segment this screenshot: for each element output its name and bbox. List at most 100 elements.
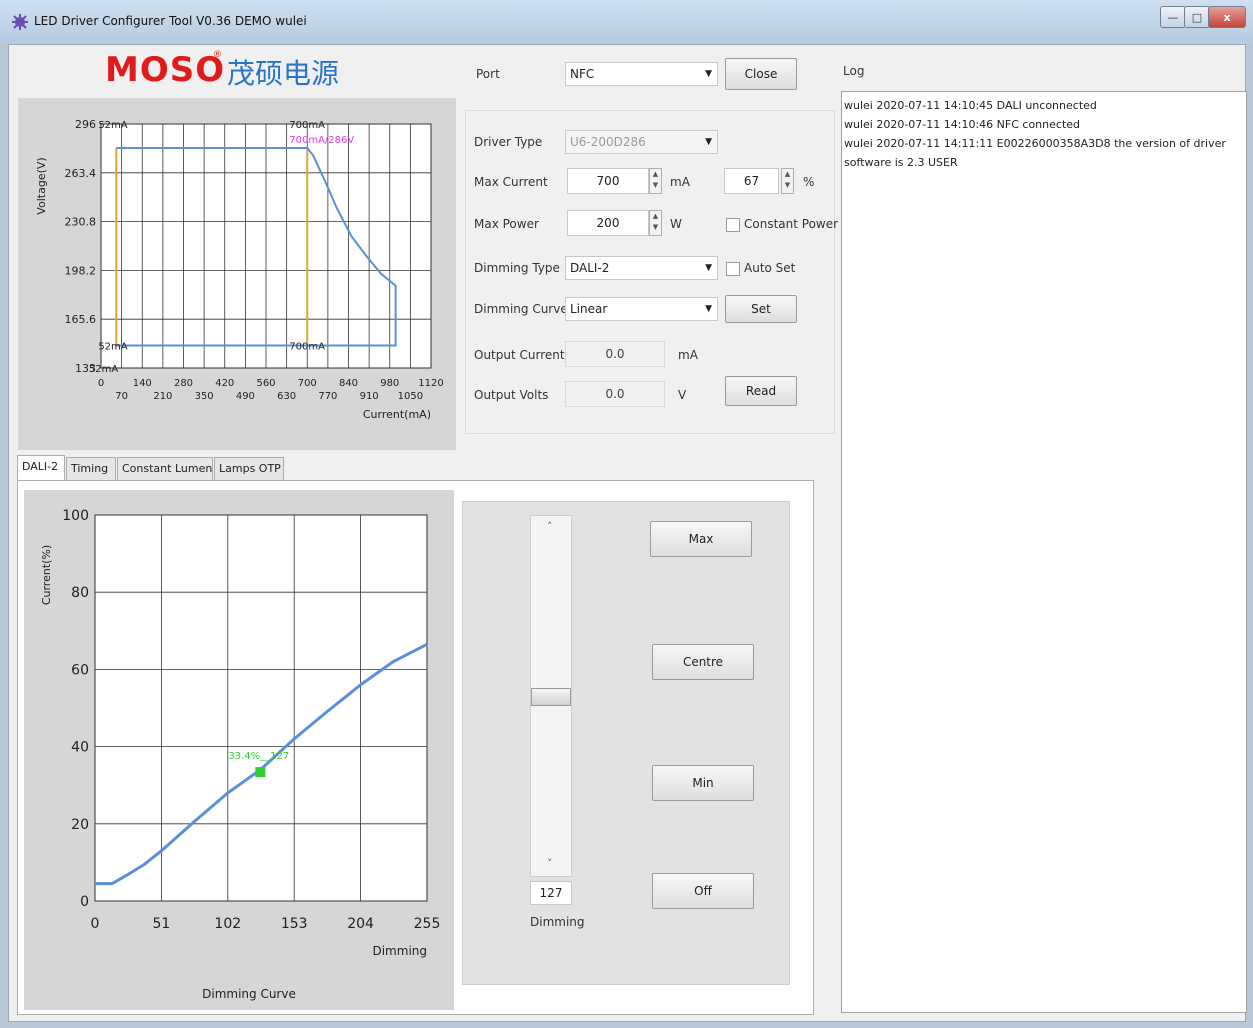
maximize-button[interactable]: □ <box>1184 6 1210 28</box>
dim-marker-point <box>255 767 266 778</box>
driver-type-value: U6-200D286 <box>570 135 646 149</box>
vi-x-tick-label: 700 <box>298 378 317 389</box>
minimize-button[interactable]: — <box>1160 6 1186 28</box>
vi-y-tick-label: 296 <box>75 118 96 131</box>
dim-y-tick-label: 100 <box>62 508 89 524</box>
vi-chart: 0 140 280 420 560 700 840 980 1120 70 210 350 490 630… <box>35 118 444 421</box>
max-power-stepper[interactable]: ▲ ▼ <box>649 210 662 236</box>
dim-x-tick-label: 0 <box>91 916 100 932</box>
set-button[interactable]: Set <box>725 295 797 323</box>
vi-x-tick-label: 420 <box>215 378 234 389</box>
vi-annotation: 52mA <box>89 364 118 375</box>
tab-lamps-otp[interactable]: Lamps OTP <box>214 457 284 481</box>
max-current-label: Max Current <box>474 175 548 189</box>
driver-type-label: Driver Type <box>474 135 543 149</box>
tab-timing[interactable]: Timing <box>66 457 116 481</box>
dim-off-button[interactable]: Off <box>652 873 754 909</box>
tab-constant-lumen[interactable]: Constant Lumen <box>117 457 213 481</box>
dimming-slider-label: Dimming <box>530 915 585 929</box>
vi-y-tick-label: 165.6 <box>65 313 97 326</box>
max-current-input[interactable]: 700 <box>567 168 649 194</box>
dim-x-tick-label: 51 <box>152 916 170 932</box>
dim-x-tick-label: 255 <box>414 916 441 932</box>
dim-marker-label: 33.4%__127 <box>228 751 289 762</box>
dimming-type-select[interactable]: DALI-2 ▼ <box>565 256 718 280</box>
dim-min-button[interactable]: Min <box>652 765 754 801</box>
vi-annotation: 700mA <box>289 342 325 353</box>
vi-annotation: 700mA/286V <box>289 135 354 146</box>
dim-x-tick-label: 102 <box>214 916 241 932</box>
vi-x-tick-label: 140 <box>133 378 152 389</box>
dim-plot-area <box>94 514 428 902</box>
vi-x-tick-label: 0 <box>98 378 104 389</box>
dim-x-tick-label: 204 <box>347 916 374 932</box>
auto-set-label: Auto Set <box>744 261 796 275</box>
output-current-unit: mA <box>678 348 698 362</box>
log-entry: wulei 2020-07-11 14:10:46 NFC connected <box>844 118 1081 131</box>
brand-logo: MOSO ® 茂硕电源 <box>105 50 339 90</box>
dim-y-tick-label: 80 <box>71 585 89 601</box>
port-label: Port <box>476 67 500 81</box>
max-power-label: Max Power <box>474 217 539 231</box>
dimming-chart: 33.4%__127 0 51 102 153 204 255 0 20 40 60 80 100 Dim… <box>40 508 441 1001</box>
vi-annotation: 700mA <box>289 120 325 131</box>
max-power-input[interactable]: 200 <box>567 210 649 236</box>
vi-annotation: 52mA <box>98 342 127 353</box>
logo-chinese-name: 茂硕电源 <box>227 57 340 90</box>
percent-input[interactable]: 67 <box>724 168 779 194</box>
max-current-unit: mA <box>670 175 690 189</box>
vi-y-tick-label: 263.4 <box>65 167 97 180</box>
dimming-curve-label: Dimming Curve <box>474 302 568 316</box>
dim-centre-button[interactable]: Centre <box>652 644 754 680</box>
chevron-down-icon: ▼ <box>705 137 712 147</box>
vi-x-axis-label: Current(mA) <box>363 408 431 421</box>
log-entry: wulei 2020-07-11 14:11:11 E00226000358A3… <box>844 137 1226 169</box>
window-titlebar: LED Driver Configurer Tool V0.36 DEMO wu… <box>0 0 1253 44</box>
max-power-unit: W <box>670 217 682 231</box>
close-window-button[interactable]: x <box>1208 6 1246 28</box>
dim-x-tick-label: 153 <box>281 916 308 932</box>
constant-power-label: Constant Power <box>744 217 839 231</box>
vi-x-tick-label: 210 <box>153 391 172 402</box>
tab-dali-2[interactable]: DALI-2 <box>17 455 65 481</box>
close-port-button[interactable]: Close <box>725 58 797 90</box>
chevron-down-icon: ▼ <box>705 69 712 79</box>
dimming-slider-track[interactable]: ˄ ˅ <box>530 515 572 877</box>
dimming-chart-panel: 33.4%__127 0 51 102 153 204 255 0 20 40 60 80 100 Dim… <box>24 490 454 1010</box>
dim-max-button[interactable]: Max <box>650 521 752 557</box>
log-entry: wulei 2020-07-11 14:10:45 DALI unconnect… <box>844 99 1097 112</box>
vi-x-tick-label: 560 <box>256 378 275 389</box>
dimming-curve-select[interactable]: Linear ▼ <box>565 297 718 321</box>
auto-set-checkbox[interactable] <box>726 262 740 276</box>
logo-text: MOSO <box>105 50 226 90</box>
vi-x-tick-label: 490 <box>236 391 255 402</box>
log-textarea[interactable]: wulei 2020-07-11 14:10:45 DALI unconnect… <box>841 91 1247 1013</box>
port-select[interactable]: NFC ▼ <box>565 62 718 86</box>
vi-y-axis-label: Voltage(V) <box>35 157 48 214</box>
slider-down-arrow-icon[interactable]: ˅ <box>547 857 553 870</box>
dim-y-tick-label: 60 <box>71 662 89 678</box>
vi-y-tick-label: 198.2 <box>65 264 97 277</box>
slider-up-arrow-icon[interactable]: ˄ <box>547 520 553 533</box>
percent-stepper[interactable]: ▲ ▼ <box>781 168 794 194</box>
percent-unit: % <box>803 175 815 189</box>
vi-x-tick-label: 910 <box>360 391 379 402</box>
output-volts-label: Output Volts <box>474 388 549 402</box>
output-volts-value: 0.0 <box>565 381 665 407</box>
vi-x-tick-label: 70 <box>115 391 128 402</box>
dim-y-axis-label: Current(%) <box>40 545 53 605</box>
dim-y-tick-label: 20 <box>71 817 89 833</box>
dim-y-tick-label: 40 <box>71 740 89 756</box>
dim-y-tick-label: 0 <box>80 894 89 910</box>
read-button[interactable]: Read <box>725 376 797 406</box>
constant-power-checkbox[interactable] <box>726 218 740 232</box>
dimming-slider-thumb[interactable] <box>531 688 571 706</box>
vi-chart-panel: 0 140 280 420 560 700 840 980 1120 70 210 350 490 630… <box>18 98 456 450</box>
vi-x-tick-label: 350 <box>195 391 214 402</box>
window-title: LED Driver Configurer Tool V0.36 DEMO wu… <box>34 14 307 28</box>
dimming-type-value: DALI-2 <box>570 261 610 275</box>
driver-type-select[interactable]: U6-200D286 ▼ <box>565 130 718 154</box>
dimming-value-field[interactable]: 127 <box>530 881 572 905</box>
vi-x-tick-label: 1120 <box>418 378 443 389</box>
max-current-stepper[interactable]: ▲ ▼ <box>649 168 662 194</box>
